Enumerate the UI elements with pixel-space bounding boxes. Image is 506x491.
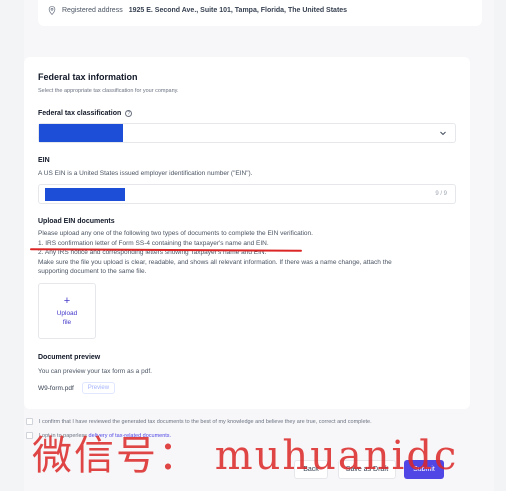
ein-input[interactable]: 9 / 9 bbox=[38, 184, 456, 204]
ein-description: A US EIN is a United States issued emplo… bbox=[38, 170, 253, 177]
info-help-icon[interactable]: ? bbox=[125, 110, 133, 117]
ein-char-counter: 9 / 9 bbox=[435, 191, 447, 197]
ein-label-text: EIN bbox=[38, 157, 50, 164]
classification-label-text: Federal tax classification bbox=[38, 110, 122, 117]
confirm-text: I confirm that I have reviewed the gener… bbox=[39, 418, 372, 425]
preview-title-text: Document preview bbox=[38, 354, 101, 361]
plus-icon: + bbox=[63, 295, 71, 307]
upload-line-5: supporting document to the same file. bbox=[38, 268, 147, 275]
classification-select[interactable] bbox=[38, 123, 456, 143]
upload-title: Upload EIN documents bbox=[38, 218, 115, 225]
upload-label-file: file bbox=[62, 319, 72, 326]
upload-line-4: Make sure the file you upload is clear, … bbox=[38, 258, 392, 266]
upload-line-1: Please upload any one of the following t… bbox=[38, 230, 313, 237]
upload-instructions: Please upload any one of the following t… bbox=[38, 229, 458, 277]
preview-title: Document preview bbox=[38, 354, 100, 361]
chevron-down-icon bbox=[440, 131, 446, 136]
location-pin-icon bbox=[48, 6, 56, 15]
ein-label: EIN bbox=[38, 157, 50, 164]
redacted-value bbox=[39, 124, 123, 142]
preview-button[interactable]: Preview bbox=[81, 382, 116, 394]
preview-description: You can preview your tax form as a pdf. bbox=[38, 368, 152, 375]
confirm-row[interactable]: I confirm that I have reviewed the gener… bbox=[26, 418, 372, 425]
watermark-overlay: 微信号： muhuanidc bbox=[32, 433, 459, 479]
upload-file-button[interactable]: + Upload file bbox=[38, 283, 96, 339]
section-title: Federal tax information bbox=[38, 72, 138, 82]
address-value: 1925 E. Second Ave., Suite 101, Tampa, F… bbox=[128, 7, 348, 14]
file-name: W9-form.pdf bbox=[38, 384, 74, 392]
redacted-ein bbox=[45, 188, 125, 201]
upload-title-text: Upload EIN documents bbox=[38, 218, 115, 225]
upload-line-2: 1. IRS confirmation letter of Form SS-4 … bbox=[38, 239, 269, 247]
section-subtitle: Select the appropriate tax classificatio… bbox=[38, 88, 179, 94]
confirm-checkbox[interactable] bbox=[26, 418, 33, 425]
address-prefix: Registered address bbox=[62, 7, 123, 14]
registered-address: Registered address 1925 E. Second Ave., … bbox=[48, 6, 347, 15]
upload-label: Upload bbox=[56, 310, 78, 317]
classification-label: Federal tax classification ? bbox=[38, 110, 133, 117]
file-row: W9-form.pdf Preview bbox=[38, 382, 116, 394]
